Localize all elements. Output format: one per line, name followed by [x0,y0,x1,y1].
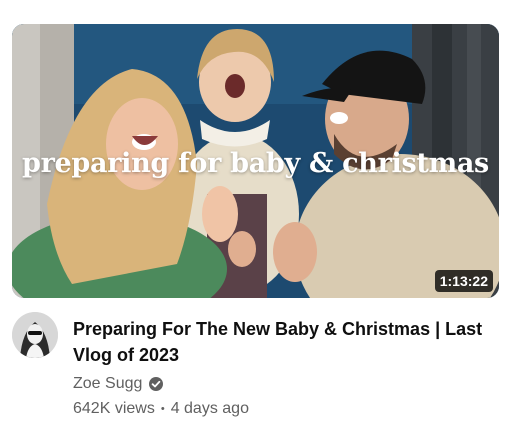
thumbnail-overlay-title: preparing for baby & christmas [22,148,489,179]
upload-age: 4 days ago [170,400,249,417]
video-details: Preparing For The New Baby & Christmas |… [12,312,508,422]
duration-badge: 1:13:22 [434,270,493,292]
verified-check-icon [149,377,164,391]
channel-avatar[interactable] [12,312,58,358]
video-title[interactable]: Preparing For The New Baby & Christmas |… [73,316,483,368]
channel-name[interactable]: Zoe Sugg [73,375,142,393]
video-thumbnail[interactable]: preparing for baby & christmas 1:13:22 [12,24,499,298]
video-stats: 642K views • 4 days ago [73,400,249,418]
video-card[interactable]: preparing for baby & christmas 1:13:22 P… [0,0,518,442]
channel-link[interactable]: Zoe Sugg [73,374,164,394]
view-count: 642K views [73,400,155,417]
stats-separator: • [160,403,165,415]
avatar-image [12,312,58,358]
